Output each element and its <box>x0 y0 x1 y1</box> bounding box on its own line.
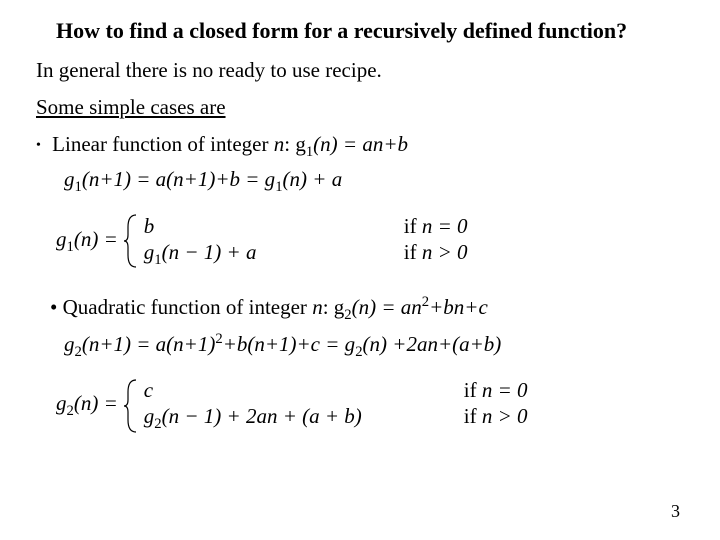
quadratic-pw-arg: (n) = <box>74 391 118 415</box>
linear-case1-cond: if n = 0 <box>404 214 468 239</box>
linear-case1: b if n = 0 <box>144 214 468 239</box>
linear-eq1-rhs: = an+b <box>338 132 408 156</box>
quadratic-fn-n: (n) <box>352 295 377 319</box>
quadratic-eq1-rhs-b: +bn+c <box>429 295 488 319</box>
quadratic-eq2-np1: (n+1) <box>82 332 131 356</box>
linear-pw-arg: (n) = <box>74 227 118 251</box>
quadratic-cases: c if n = 0 g2(n − 1) + 2an + (a + b) if … <box>144 378 528 434</box>
page-number: 3 <box>671 501 680 522</box>
linear-var-n: n <box>274 132 285 156</box>
linear-pw-lhs: g1(n) = <box>56 227 118 256</box>
quadratic-case2-expr: g2(n − 1) + 2an + (a + b) <box>144 404 464 433</box>
intro-text: In general there is no ready to use reci… <box>36 58 684 83</box>
linear-fn-n: (n) <box>313 132 338 156</box>
linear-eq2: g1(n+1) = a(n+1)+b = g1(n) + a <box>64 167 684 196</box>
brace-icon <box>124 213 140 269</box>
linear-piecewise: g1(n) = b if n = 0 g1(n − 1) + a if n > … <box>56 210 684 272</box>
quadratic-sq2: 2 <box>215 331 222 347</box>
linear-eq2-np1: (n+1) <box>82 167 131 191</box>
quadratic-case2: g2(n − 1) + 2an + (a + b) if n > 0 <box>144 404 528 433</box>
quadratic-eq2-rhs-tail: (n) +2an+(a+b) <box>363 332 502 356</box>
linear-eq2-mid: = a(n+1)+b <box>131 167 240 191</box>
linear-text: Linear function of integer <box>52 132 274 156</box>
quadratic-text: Quadratic function of integer <box>63 295 313 319</box>
quadratic-pw-lhs: g2(n) = <box>56 391 118 420</box>
linear-eq2-rhs: = g <box>240 167 275 191</box>
linear-case1-expr: b <box>144 214 404 239</box>
quadratic-case2-cond: if n > 0 <box>464 404 528 429</box>
bullet-dot-icon: • <box>50 295 57 319</box>
linear-eq2-g: g <box>64 167 75 191</box>
quadratic-case1: c if n = 0 <box>144 378 528 403</box>
quadratic-pw-sub: 2 <box>67 403 74 419</box>
quadratic-eq2-g: g <box>64 332 75 356</box>
quadratic-case1-expr: c <box>144 378 464 403</box>
linear-cases: b if n = 0 g1(n − 1) + a if n > 0 <box>144 213 468 269</box>
quadratic-pw-g: g <box>56 391 67 415</box>
linear-case2-cond: if n > 0 <box>404 240 468 265</box>
quadratic-eq1-rhs-a: = an <box>376 295 422 319</box>
linear-case2: g1(n − 1) + a if n > 0 <box>144 240 468 269</box>
linear-pw-sub: 1 <box>67 239 74 255</box>
quadratic-eq2-rhs-pre: = g <box>320 332 355 356</box>
bullet-dot-icon: • <box>36 138 41 153</box>
linear-bullet: • Linear function of integer n: g1(n) = … <box>36 132 684 161</box>
quadratic-colon: : g <box>323 295 345 319</box>
linear-colon: : g <box>284 132 306 156</box>
slide-title: How to find a closed form for a recursiv… <box>56 18 684 44</box>
quadratic-case1-cond: if n = 0 <box>464 378 528 403</box>
quadratic-eq2-mid-a: = a(n+1) <box>131 332 215 356</box>
quadratic-var-n: n <box>312 295 323 319</box>
linear-eq2-sub2: 1 <box>275 179 282 195</box>
simple-cases-heading: Some simple cases are <box>36 95 684 120</box>
quadratic-eq2-sub2: 2 <box>355 344 362 360</box>
quadratic-sub2: 2 <box>344 308 351 324</box>
linear-case2-expr: g1(n − 1) + a <box>144 240 404 269</box>
quadratic-piecewise: g2(n) = c if n = 0 g2(n − 1) + 2an + (a … <box>56 375 684 437</box>
linear-pw-g: g <box>56 227 67 251</box>
brace-icon <box>124 378 140 434</box>
quadratic-eq2: g2(n+1) = a(n+1)2+b(n+1)+c = g2(n) +2an+… <box>64 331 684 361</box>
linear-eq2-tail: (n) + a <box>283 167 343 191</box>
quadratic-eq2-mid-b: +b(n+1)+c <box>223 332 320 356</box>
linear-eq2-sub: 1 <box>75 179 82 195</box>
quadratic-eq2-sub: 2 <box>75 344 82 360</box>
quadratic-bullet: • Quadratic function of integer n: g2(n)… <box>50 294 684 324</box>
